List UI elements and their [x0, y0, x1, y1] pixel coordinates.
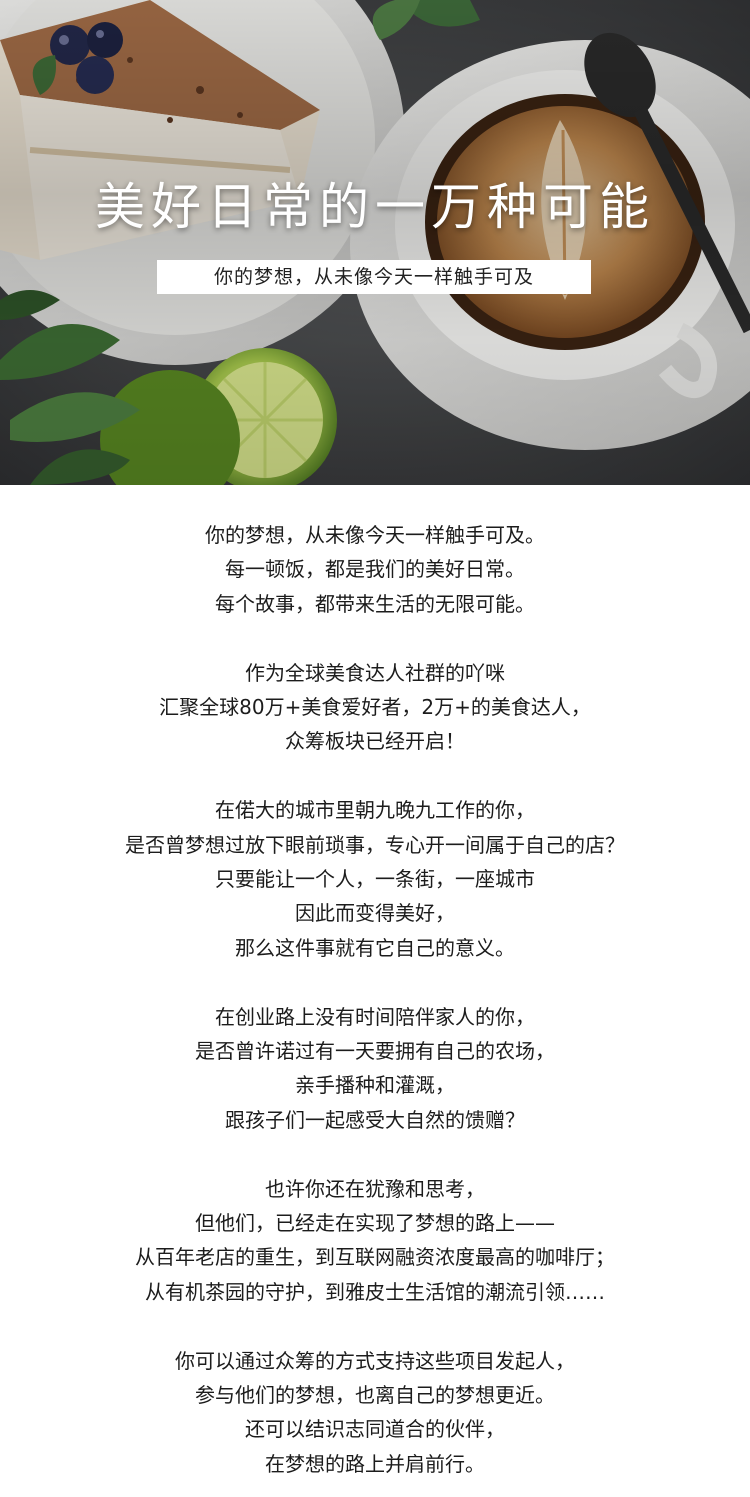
paragraph: 在创业路上没有时间陪伴家人的你， 是否曾许诺过有一天要拥有自己的农场， 亲手播种…: [0, 1000, 750, 1138]
paragraph: 作为全球美食达人社群的吖咪 汇聚全球80万+美食爱好者，2万+的美食达人， 众筹…: [0, 656, 750, 759]
paragraph-line: 从百年老店的重生，到互联网融资浓度最高的咖啡厅；: [135, 1245, 615, 1270]
paragraph: 在偌大的城市里朝九晚九工作的你， 是否曾梦想过放下眼前琐事，专心开一间属于自己的…: [0, 793, 750, 965]
hero-photo-cake-coffee: [0, 0, 750, 485]
hero-title: 美好日常的一万种可能: [95, 178, 655, 236]
paragraph-line: 只要能让一个人，一条街，一座城市: [215, 867, 535, 892]
paragraph-line: 你的梦想，从未像今天一样触手可及。: [205, 523, 545, 547]
paragraph: 你的梦想，从未像今天一样触手可及。 每一顿饭，都是我们的美好日常。 每个故事，都…: [0, 518, 750, 621]
paragraph-line: 还可以结识志同道合的伙伴，: [245, 1417, 505, 1442]
paragraph: 你可以通过众筹的方式支持这些项目发起人， 参与他们的梦想，也离自己的梦想更近。 …: [0, 1344, 750, 1482]
paragraph-line: 跟孩子们一起感受大自然的馈赠？: [225, 1107, 525, 1132]
paragraph-line: 作为全球美食达人社群的吖咪: [245, 660, 505, 685]
hero-banner: 美好日常的一万种可能 你的梦想，从未像今天一样触手可及: [0, 0, 750, 485]
paragraph-line: 众筹板块已经开启！: [285, 729, 465, 754]
hero-subtitle-box: 你的梦想，从未像今天一样触手可及: [157, 260, 591, 294]
paragraph-line: 每一顿饭，都是我们的美好日常。: [225, 557, 525, 582]
paragraph-line: 是否曾梦想过放下眼前琐事，专心开一间属于自己的店？: [125, 832, 625, 857]
paragraph-line: 汇聚全球80万+美食爱好者，2万+的美食达人，: [159, 695, 591, 720]
paragraph-line: 在梦想的路上并肩前行。: [265, 1451, 485, 1476]
paragraph-line: 在创业路上没有时间陪伴家人的你，: [215, 1004, 535, 1029]
paragraph-line: 亲手播种和灌溉，: [295, 1073, 455, 1098]
paragraph-line: 在偌大的城市里朝九晚九工作的你，: [215, 798, 535, 823]
paragraph-line: 你可以通过众筹的方式支持这些项目发起人，: [175, 1348, 575, 1373]
paragraph-line: 参与他们的梦想，也离自己的梦想更近。: [195, 1383, 555, 1408]
hero-subtitle: 你的梦想，从未像今天一样触手可及: [213, 266, 534, 288]
paragraph: 也许你还在犹豫和思考， 但他们，已经走在实现了梦想的路上—— 从百年老店的重生，…: [0, 1172, 750, 1310]
paragraph-line: 但他们，已经走在实现了梦想的路上——: [195, 1211, 555, 1236]
page: 美好日常的一万种可能 你的梦想，从未像今天一样触手可及 你的梦想，从未像今天一样…: [0, 0, 750, 1497]
body-copy: 你的梦想，从未像今天一样触手可及。 每一顿饭，都是我们的美好日常。 每个故事，都…: [0, 518, 750, 1481]
paragraph-line: 是否曾许诺过有一天要拥有自己的农场，: [195, 1039, 555, 1064]
paragraph-line: 也许你还在犹豫和思考，: [265, 1176, 485, 1201]
paragraph-line: 从有机茶园的守护，到雅皮士生活馆的潮流引领……: [145, 1279, 605, 1304]
paragraph-line: 每个故事，都带来生活的无限可能。: [215, 591, 535, 616]
paragraph-line: 因此而变得美好，: [295, 901, 455, 926]
paragraph-line: 那么这件事就有它自己的意义。: [235, 935, 515, 960]
